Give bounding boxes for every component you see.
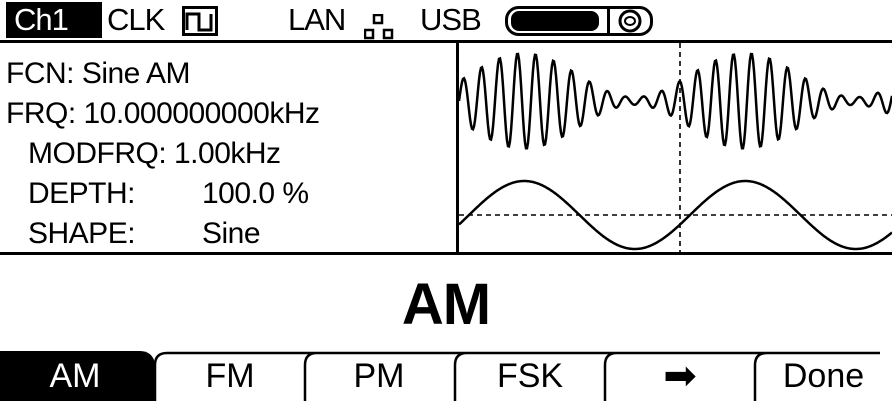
softkey-fm[interactable]: FM (155, 351, 305, 401)
mod-frequency-readout[interactable]: MODFRQ: 1.00kHz (28, 138, 281, 170)
shape-value[interactable]: Sine (202, 218, 261, 250)
softkey-pm[interactable]: PM (305, 351, 453, 401)
preview-divider (0, 252, 892, 255)
am-carrier-trace (459, 52, 892, 150)
softkey-am[interactable]: AM (0, 351, 150, 401)
depth-value[interactable]: 100.0 % (202, 178, 309, 210)
clk-label: CLK (107, 2, 165, 37)
softkey-next[interactable]: ➡ (605, 351, 755, 401)
lan-label: LAN (288, 2, 346, 37)
softkey-done[interactable]: Done (755, 351, 892, 401)
mode-title: AM (401, 272, 491, 337)
channel-label: Ch1 (14, 2, 69, 37)
instrument-display: Ch1 CLK LAN USB FCN: Sine AM FRQ: 10.000… (0, 0, 892, 401)
channel-badge[interactable]: Ch1 (6, 2, 102, 38)
status-bar: Ch1 CLK LAN USB (0, 0, 892, 40)
softkey-fsk[interactable]: FSK (455, 351, 605, 401)
network-icon (364, 14, 394, 40)
frequency-readout[interactable]: FRQ: 10.000000000kHz (6, 98, 320, 130)
usb-label: USB (420, 2, 482, 37)
softkey-bar: AM FM PM FSK ➡ Done (0, 351, 892, 401)
shape-label: SHAPE: (28, 217, 136, 250)
function-readout: FCN: Sine AM (6, 57, 191, 90)
waveform-preview (459, 43, 892, 252)
square-wave-icon (182, 6, 218, 36)
usb-stick-icon (505, 6, 653, 36)
depth-label: DEPTH: (28, 177, 136, 210)
